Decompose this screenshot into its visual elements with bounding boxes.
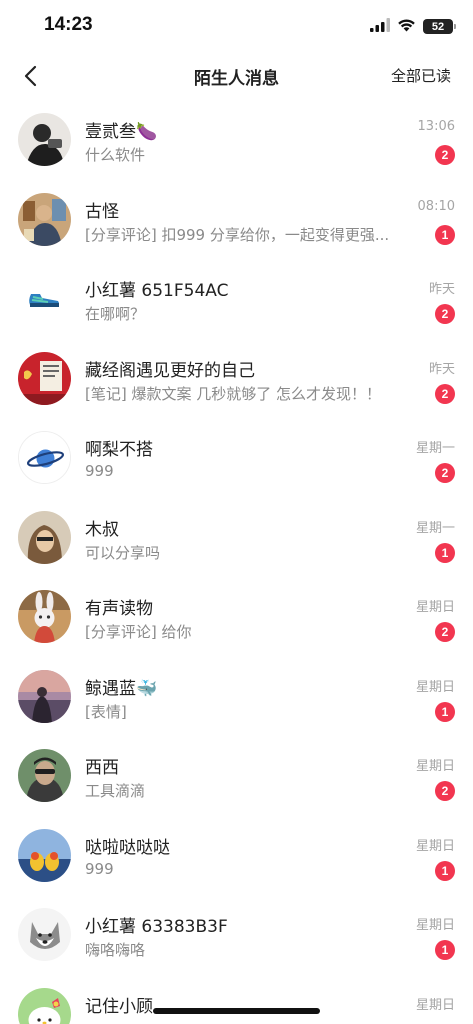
avatar	[18, 510, 71, 564]
conversation-time: 星期日	[415, 918, 455, 933]
conversation-name: 小红薯 63383B3F	[85, 917, 228, 937]
conversation-item[interactable]: 哒啦哒哒哒 999 星期日 1	[0, 816, 473, 896]
conversation-item[interactable]: 记住小顾 星期日	[0, 975, 473, 1024]
conversation-time: 星期日	[415, 759, 455, 774]
conversation-item[interactable]: 古怪 [分享评论] 扣999 分享给你，一起变得更强... 08:10 1	[0, 180, 473, 260]
unread-badge: 1	[435, 940, 455, 960]
avatar	[18, 431, 71, 484]
conversation-item[interactable]: 鲸遇蓝🐳 [表情] 星期日 1	[0, 657, 473, 737]
conversation-name: 藏经阁遇见更好的自己	[85, 360, 255, 381]
conversation-item[interactable]: 小红薯 651F54AC 在哪啊？ 昨天 2	[0, 259, 473, 339]
avatar	[18, 113, 71, 166]
unread-badge: 1	[435, 701, 455, 722]
conversation-preview: [分享评论] 扣999 分享给你，一起变得更强...	[85, 225, 390, 244]
conversation-time: 13:06	[417, 119, 455, 134]
mark-all-read-button[interactable]: 全部已读	[391, 65, 451, 86]
unread-badge: 2	[435, 781, 455, 801]
conversation-name: 木叔	[85, 519, 119, 540]
conversation-item[interactable]: 西西 工具滴滴 星期日 2	[0, 736, 473, 816]
unread-badge: 2	[435, 622, 455, 642]
conversation-time: 星期日	[415, 838, 455, 854]
conversation-preview: [表情]	[85, 702, 127, 721]
conversation-name: 小红薯 651F54AC	[85, 281, 229, 301]
conversation-time: 星期一	[415, 441, 455, 456]
unread-badge: 2	[435, 145, 455, 165]
unread-badge: 1	[435, 224, 455, 245]
status-time: 14:23	[44, 14, 93, 35]
unread-badge: 1	[435, 860, 455, 881]
avatar	[18, 192, 71, 246]
avatar	[18, 272, 71, 325]
cellular-signal-icon	[370, 17, 390, 36]
conversation-name: 哒啦哒哒哒	[85, 837, 170, 858]
conversation-item[interactable]: 啊梨不搭 999 星期一 2	[0, 418, 473, 498]
conversation-name: 记住小顾	[85, 996, 153, 1017]
conversation-name: 壹贰叁🍆	[85, 122, 158, 142]
nav-bar: 陌生人消息 全部已读	[0, 52, 473, 100]
conversation-time: 昨天	[428, 282, 455, 297]
conversation-preview: 什么软件	[85, 146, 146, 164]
conversation-preview: 999	[85, 859, 114, 878]
conversation-name: 西西	[85, 758, 119, 778]
unread-badge: 2	[435, 463, 455, 483]
conversation-name: 鲸遇蓝🐳	[85, 678, 158, 699]
conversation-preview: [笔记] 爆款文案 几秒就够了 怎么才发现！！	[85, 384, 382, 403]
conversation-item[interactable]: 有声读物 [分享评论] 给你 星期日 2	[0, 577, 473, 657]
conversation-time: 星期日	[415, 600, 455, 615]
conversation-preview: 在哪啊？	[85, 305, 146, 323]
conversation-list: 壹贰叁🍆 什么软件 13:06 2 古怪 [分享评论] 扣999 分享给你，一起…	[0, 100, 473, 1024]
conversation-time: 星期日	[415, 997, 455, 1013]
status-bar: 14:23 52	[0, 0, 473, 52]
conversation-preview: 可以分享吗	[85, 543, 161, 562]
conversation-name: 啊梨不搭	[85, 440, 153, 460]
conversation-preview: [分享评论] 给你	[85, 623, 192, 641]
avatar	[18, 351, 71, 405]
avatar	[18, 669, 71, 723]
conversation-item[interactable]: 藏经阁遇见更好的自己 [笔记] 爆款文案 几秒就够了 怎么才发现！！ 昨天 2	[0, 339, 473, 419]
conversation-preview: 999	[85, 462, 114, 480]
conversation-time: 昨天	[428, 361, 455, 377]
conversation-item[interactable]: 木叔 可以分享吗 星期一 1	[0, 498, 473, 578]
avatar	[18, 749, 71, 802]
conversation-time: 星期日	[415, 679, 455, 695]
home-indicator	[153, 1008, 320, 1014]
conversation-time: 08:10	[417, 198, 455, 214]
avatar	[18, 828, 71, 882]
wifi-icon	[397, 17, 416, 36]
unread-badge: 2	[435, 383, 455, 404]
conversation-time: 星期一	[415, 520, 455, 536]
avatar	[18, 590, 71, 643]
avatar	[18, 908, 71, 961]
avatar	[18, 987, 71, 1024]
unread-badge: 1	[435, 542, 455, 563]
conversation-item[interactable]: 小红薯 63383B3F 嗨咯嗨咯 星期日 1	[0, 895, 473, 975]
conversation-name: 古怪	[85, 201, 119, 222]
conversation-name: 有声读物	[85, 599, 153, 619]
status-icons: 52	[370, 17, 456, 36]
conversation-preview: 嗨咯嗨咯	[85, 941, 146, 959]
battery-icon: 52	[423, 19, 456, 34]
conversation-item[interactable]: 壹贰叁🍆 什么软件 13:06 2	[0, 100, 473, 180]
unread-badge: 2	[435, 304, 455, 324]
conversation-preview: 工具滴滴	[85, 782, 146, 800]
